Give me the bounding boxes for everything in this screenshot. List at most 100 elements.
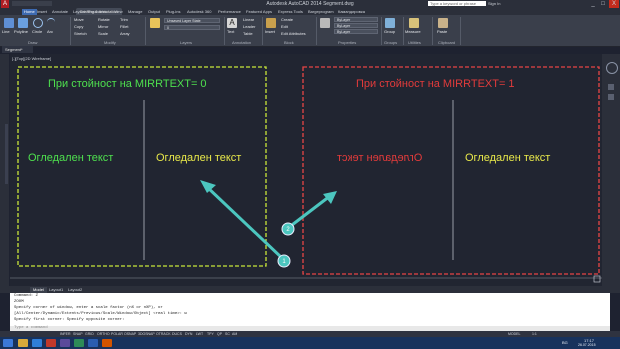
properties-group-label[interactable]: Properties [338, 40, 356, 45]
insert-block-icon[interactable] [266, 18, 276, 28]
copy-button[interactable]: Copy [74, 24, 83, 29]
block-group-label[interactable]: Block [284, 40, 294, 45]
circle-button[interactable]: Circle [32, 29, 42, 34]
left-text-mirrored-readable: Огледален текст [156, 152, 242, 164]
circle-icon[interactable] [33, 18, 43, 28]
clipboard-group-label[interactable]: Clipboard [438, 40, 455, 45]
layer-dropdown[interactable]: 0 [164, 25, 220, 30]
status-grid[interactable]: GRID [85, 332, 94, 336]
viewcube-icon[interactable] [606, 62, 618, 74]
navigation-bar [602, 54, 620, 286]
text-icon[interactable]: A [227, 18, 237, 28]
language-indicator[interactable]: BG [562, 340, 568, 345]
ribbon-tab-bar: Drafting & Annotation Home Insert Annota… [0, 8, 620, 15]
edit-attributes-button[interactable]: Edit Attributes [281, 31, 306, 36]
paste-icon[interactable] [438, 18, 448, 28]
status-ducs[interactable]: DUCS [172, 332, 182, 336]
annotation-group-label[interactable]: Annotation [232, 40, 251, 45]
zoom-icon[interactable] [608, 94, 614, 100]
trim-button[interactable]: Trim [120, 17, 128, 22]
group-icon[interactable] [385, 18, 395, 28]
lineweight-dropdown[interactable]: ByLayer [334, 29, 378, 34]
linear-button[interactable]: Linear [243, 17, 254, 22]
status-ortho[interactable]: ORTHO [97, 332, 110, 336]
command-line: ZOOM [14, 300, 24, 304]
match-properties-icon[interactable] [320, 18, 330, 28]
measure-icon[interactable] [409, 18, 419, 28]
polyline-icon[interactable] [18, 18, 28, 28]
color-dropdown[interactable]: ByLayer [334, 17, 378, 22]
line-button[interactable]: Line [2, 29, 10, 34]
status-tpy[interactable]: TPY [207, 332, 214, 336]
autocad-icon[interactable] [46, 339, 56, 347]
status-dyn[interactable]: DYN [185, 332, 192, 336]
arc-icon[interactable] [47, 18, 55, 25]
utilities-group-label[interactable]: Utilities [408, 40, 421, 45]
status-snap[interactable]: SNAP [73, 332, 83, 336]
group-button[interactable]: Group [384, 29, 395, 34]
excel-icon[interactable] [74, 339, 84, 347]
status-polar[interactable]: POLAR [111, 332, 123, 336]
leader-button[interactable]: Leader [243, 24, 255, 29]
right-dashed-frame [302, 66, 600, 275]
layer-state-dropdown[interactable]: Unsaved Layer State [164, 18, 220, 23]
status-model[interactable]: MODEL [508, 332, 520, 336]
document-tab[interactable]: Segment* [2, 46, 33, 53]
polyline-button[interactable]: Polyline [14, 29, 28, 34]
groups-group-label[interactable]: Groups [384, 40, 397, 45]
close-button[interactable]: X [609, 0, 619, 8]
powerpoint-icon[interactable] [102, 339, 112, 347]
left-text-normal: Огледален текст [28, 152, 114, 164]
measure-button[interactable]: Measure [405, 29, 421, 34]
ie-icon[interactable] [32, 339, 42, 347]
stretch-button[interactable]: Stretch [74, 31, 87, 36]
line-icon[interactable] [4, 18, 14, 28]
edit-block-button[interactable]: Edit [281, 24, 288, 29]
word-icon[interactable] [88, 339, 98, 347]
draw-group-label[interactable]: Draw [28, 40, 37, 45]
onenote-icon[interactable] [60, 339, 70, 347]
linetype-dropdown[interactable]: ByLayer [334, 23, 378, 28]
status-sc[interactable]: SC [225, 332, 230, 336]
file-explorer-icon[interactable] [18, 339, 28, 347]
status-lwt[interactable]: LWT [196, 332, 203, 336]
sign-in-link[interactable]: Sign In [488, 1, 500, 6]
move-button[interactable]: Move [74, 17, 84, 22]
left-heading: При стойност на MIRRTEXT= 0 [48, 78, 207, 90]
viewport-label[interactable]: [-][Top][2D Wireframe] [12, 56, 51, 61]
text-button[interactable]: Text [227, 29, 234, 34]
layers-group-label[interactable]: Layers [180, 40, 192, 45]
insert-button[interactable]: Insert [265, 29, 275, 34]
arc-button[interactable]: Arc [47, 29, 53, 34]
rotate-button[interactable]: Rotate [98, 17, 110, 22]
window-title: Autodesk AutoCAD 2014 Segment.dwg [266, 1, 354, 7]
drawing-canvas[interactable]: 1 2 При стойност на MIRRTEXT= 0 Огледале… [10, 54, 602, 286]
status-infer[interactable]: INFER [60, 332, 71, 336]
maximize-button[interactable]: □ [598, 0, 608, 8]
arrow-1-shaft [204, 184, 284, 260]
status-am[interactable]: AM [232, 332, 237, 336]
vertical-scrollbar[interactable] [5, 124, 8, 184]
right-text-mirrored: Огледален текст [337, 152, 423, 164]
create-block-button[interactable]: Create [281, 17, 293, 22]
status-osnap[interactable]: OSNAP [124, 332, 136, 336]
clock-date[interactable]: 26.07.2015 [578, 343, 596, 347]
ribbon-divider [262, 17, 263, 45]
status-annotation-scale[interactable]: 1:1 [532, 332, 537, 336]
status-otrack[interactable]: OTRACK [156, 332, 171, 336]
fillet-button[interactable]: Fillet [120, 24, 128, 29]
status-3dosnap[interactable]: 3DOSNAP [138, 332, 155, 336]
paste-button[interactable]: Paste [437, 29, 447, 34]
scale-button[interactable]: Scale [98, 31, 108, 36]
search-input[interactable]: Type a keyword or phrase [428, 1, 486, 6]
array-button[interactable]: Array [120, 31, 130, 36]
command-history[interactable]: Command: Z ZOOM Specify corner of window… [10, 293, 610, 326]
minimize-button[interactable]: _ [588, 0, 598, 8]
table-button[interactable]: Table [243, 31, 253, 36]
layer-properties-icon[interactable] [150, 18, 160, 28]
modify-group-label[interactable]: Modify [104, 40, 116, 45]
status-qp[interactable]: QP [217, 332, 222, 336]
start-icon[interactable] [3, 339, 13, 347]
pan-icon[interactable] [608, 84, 614, 90]
mirror-button[interactable]: Mirror [98, 24, 108, 29]
